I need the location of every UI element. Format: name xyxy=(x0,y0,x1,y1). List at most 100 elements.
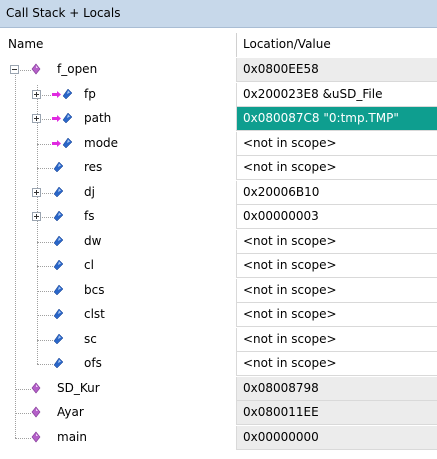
name-cell: SD_Kur xyxy=(0,377,236,401)
name-cell: bcs xyxy=(0,279,236,303)
tree-row-sc[interactable]: sc <not in scope> xyxy=(0,327,437,353)
pointer-variable-icon xyxy=(52,88,76,105)
item-value: <not in scope> xyxy=(243,233,337,248)
function-diamond-icon xyxy=(31,406,55,423)
tree-row-clst[interactable]: clst <not in scope> xyxy=(0,303,437,328)
name-cell: dj xyxy=(0,181,236,205)
name-cell: cl xyxy=(0,254,236,278)
item-value: 0x200023E8 &uSD_File xyxy=(243,86,383,101)
item-name: SD_Kur xyxy=(57,380,100,395)
name-cell: main xyxy=(0,426,236,450)
item-name: main xyxy=(57,429,87,444)
expand-icon[interactable] xyxy=(32,114,41,123)
name-cell: fs xyxy=(0,205,236,229)
variable-icon xyxy=(52,210,76,227)
variable-icon xyxy=(52,161,76,178)
function-diamond-icon xyxy=(31,63,55,80)
value-cell[interactable]: 0x080011EE xyxy=(236,401,437,425)
tree-row-fp[interactable]: fp 0x200023E8 &uSD_File xyxy=(0,82,437,108)
value-cell[interactable]: <not in scope> xyxy=(236,327,437,352)
item-value: 0x080011EE xyxy=(243,405,319,419)
item-name: mode xyxy=(84,135,119,150)
name-cell: mode xyxy=(0,132,236,156)
value-cell[interactable]: 0x080087C8 "0:tmp.TMP" xyxy=(236,107,437,131)
name-cell: Ayar xyxy=(0,401,236,425)
expand-icon[interactable] xyxy=(32,212,41,221)
item-name: Ayar xyxy=(57,405,84,419)
tree-row-bcs[interactable]: bcs <not in scope> xyxy=(0,278,437,304)
tree-row-path[interactable]: path 0x080087C8 "0:tmp.TMP" xyxy=(0,107,437,132)
value-cell[interactable]: <not in scope> xyxy=(236,352,437,376)
value-cell[interactable]: <not in scope> xyxy=(236,229,437,254)
value-cell[interactable]: <not in scope> xyxy=(236,278,437,303)
variable-icon xyxy=(52,357,76,374)
tree-row-ayar[interactable]: Ayar 0x080011EE xyxy=(0,401,437,426)
tree-row-dw[interactable]: dw <not in scope> xyxy=(0,229,437,255)
name-cell: ofs xyxy=(0,352,236,376)
pointer-variable-icon xyxy=(52,137,76,154)
name-cell: sc xyxy=(0,328,236,352)
tree-row-res[interactable]: res <not in scope> xyxy=(0,156,437,181)
item-name: res xyxy=(84,160,103,174)
item-name: sc xyxy=(84,331,97,346)
item-value: <not in scope> xyxy=(243,135,337,150)
tree-row-dj[interactable]: dj 0x20006B10 xyxy=(0,180,437,206)
item-value: <not in scope> xyxy=(243,258,337,272)
item-value: 0x080087C8 "0:tmp.TMP" xyxy=(243,111,399,125)
variable-icon xyxy=(52,284,76,301)
item-value: 0x0800EE58 xyxy=(243,62,319,76)
expand-icon[interactable] xyxy=(32,89,41,99)
column-header-name[interactable]: Name xyxy=(8,37,43,51)
item-name: fp xyxy=(84,86,96,101)
item-name: dw xyxy=(84,233,102,248)
tree-row-mode[interactable]: mode <not in scope> xyxy=(0,131,437,157)
name-cell: fp xyxy=(0,83,236,107)
value-cell[interactable]: 0x200023E8 &uSD_File xyxy=(236,82,437,107)
pointer-variable-icon xyxy=(52,112,76,129)
column-header: Name Location/Value xyxy=(0,33,437,57)
value-cell[interactable]: <not in scope> xyxy=(236,303,437,327)
item-name: ofs xyxy=(84,356,102,370)
item-name: bcs xyxy=(84,282,105,297)
variable-icon xyxy=(52,235,76,252)
value-cell[interactable]: <not in scope> xyxy=(236,131,437,156)
item-value: 0x20006B10 xyxy=(243,184,320,199)
name-cell: f_open xyxy=(0,58,236,82)
name-cell: clst xyxy=(0,303,236,327)
tree-row-cl[interactable]: cl <not in scope> xyxy=(0,254,437,279)
item-value: <not in scope> xyxy=(243,307,337,321)
item-value: 0x00000003 xyxy=(243,209,319,223)
name-cell: path xyxy=(0,107,236,131)
value-cell[interactable]: 0x0800EE58 xyxy=(236,58,437,82)
value-cell[interactable]: 0x08008798 xyxy=(236,376,437,401)
item-name: clst xyxy=(84,307,105,321)
item-name: path xyxy=(84,111,112,125)
item-value: <not in scope> xyxy=(243,331,337,346)
variable-icon xyxy=(52,259,76,276)
tree-row-main[interactable]: main 0x00000000 xyxy=(0,425,437,451)
value-cell[interactable]: 0x00000000 xyxy=(236,425,437,450)
tree-row-sd-kur[interactable]: SD_Kur 0x08008798 xyxy=(0,376,437,402)
collapse-icon[interactable] xyxy=(10,65,19,74)
tree-row-fs[interactable]: fs 0x00000003 xyxy=(0,205,437,230)
item-value: 0x00000000 xyxy=(243,429,319,444)
variable-icon xyxy=(52,333,76,350)
column-divider[interactable] xyxy=(236,33,237,57)
function-diamond-icon xyxy=(31,431,55,448)
tree-row-f-open[interactable]: f_open 0x0800EE58 xyxy=(0,58,437,83)
item-value: <not in scope> xyxy=(243,356,337,370)
value-cell[interactable]: <not in scope> xyxy=(236,156,437,180)
panel-title-bar[interactable]: Call Stack + Locals xyxy=(0,0,437,28)
panel-title: Call Stack + Locals xyxy=(6,6,121,20)
value-cell[interactable]: 0x20006B10 xyxy=(236,180,437,205)
expand-icon[interactable] xyxy=(32,187,41,197)
item-value: <not in scope> xyxy=(243,282,337,297)
tree-row-ofs[interactable]: ofs <not in scope> xyxy=(0,352,437,377)
item-name: cl xyxy=(84,258,94,272)
value-cell[interactable]: 0x00000003 xyxy=(236,205,437,229)
name-cell: dw xyxy=(0,230,236,254)
column-header-location-value[interactable]: Location/Value xyxy=(243,37,331,51)
value-cell[interactable]: <not in scope> xyxy=(236,254,437,278)
function-diamond-icon xyxy=(31,382,55,399)
item-value: 0x08008798 xyxy=(243,380,319,395)
